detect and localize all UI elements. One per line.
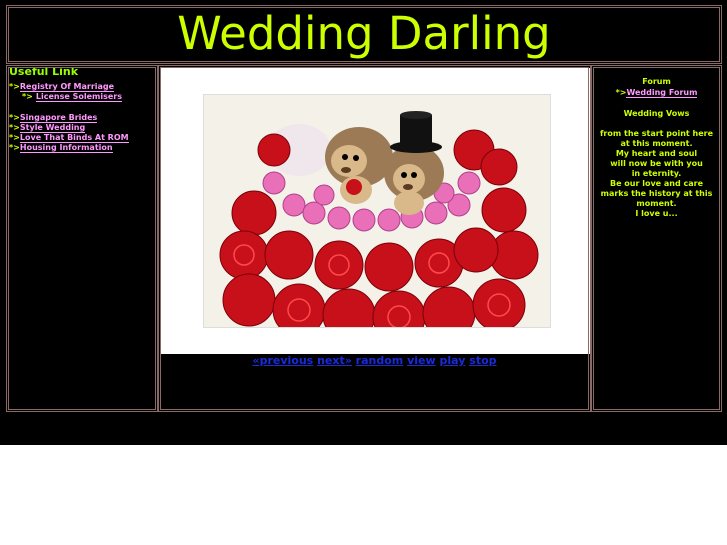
bullet-star: *>: [9, 82, 20, 91]
header-panel: Wedding Darling: [6, 5, 722, 64]
nav-line-housing: *>Housing Information: [9, 140, 113, 153]
stop-link[interactable]: stop: [469, 354, 496, 367]
site-title: Wedding Darling: [177, 7, 551, 60]
play-link[interactable]: play: [440, 354, 466, 367]
slideshow-controls: «previous next» random view play stop: [159, 354, 590, 367]
forum-heading: Forum: [642, 77, 671, 86]
nav-line-solemisers: *> License Solemisers: [22, 89, 122, 102]
previous-link[interactable]: «previous: [252, 354, 313, 367]
left-sidebar: Useful Link *>Registry Of Marriage *> Lic…: [6, 65, 158, 412]
nav-link-housing-information[interactable]: Housing Information: [19, 143, 113, 153]
bullet-star: *>: [615, 88, 627, 97]
view-link[interactable]: view: [407, 354, 436, 367]
bullet-star: *>: [9, 143, 20, 152]
right-sidebar: Forum *>Wedding Forum Wedding Vows from …: [591, 65, 722, 412]
wedding-forum-link[interactable]: Wedding Forum: [626, 88, 698, 98]
forum-link-line: *>Wedding Forum: [592, 88, 721, 98]
next-link[interactable]: next»: [317, 354, 352, 367]
vow-line: Be our love and care: [609, 179, 703, 188]
bullet-star: *>: [22, 92, 33, 101]
slideshow-photo[interactable]: [203, 94, 551, 328]
slideshow-frame: [161, 68, 590, 354]
hedgehog-couple-roses-image: [204, 95, 550, 327]
vow-line: marks the history at this: [600, 189, 713, 198]
vow-line: from the start point here: [599, 129, 714, 138]
vow-line: moment.: [636, 199, 677, 208]
useful-link-heading: Useful Link: [9, 65, 79, 78]
vow-line: will now be with you: [610, 159, 703, 168]
wedding-vows-heading: Wedding Vows: [623, 109, 690, 118]
vow-line: My heart and soul: [615, 149, 698, 158]
center-panel: «previous next» random view play stop: [158, 65, 591, 412]
vow-line: at this moment.: [620, 139, 693, 148]
nav-link-license-solemisers[interactable]: License Solemisers: [35, 92, 122, 102]
vow-line: I love u...: [635, 209, 678, 218]
vow-line: in eternity.: [631, 169, 682, 178]
random-link[interactable]: random: [356, 354, 404, 367]
page-background: Wedding Darling Useful Link *>Registry O…: [0, 0, 727, 445]
